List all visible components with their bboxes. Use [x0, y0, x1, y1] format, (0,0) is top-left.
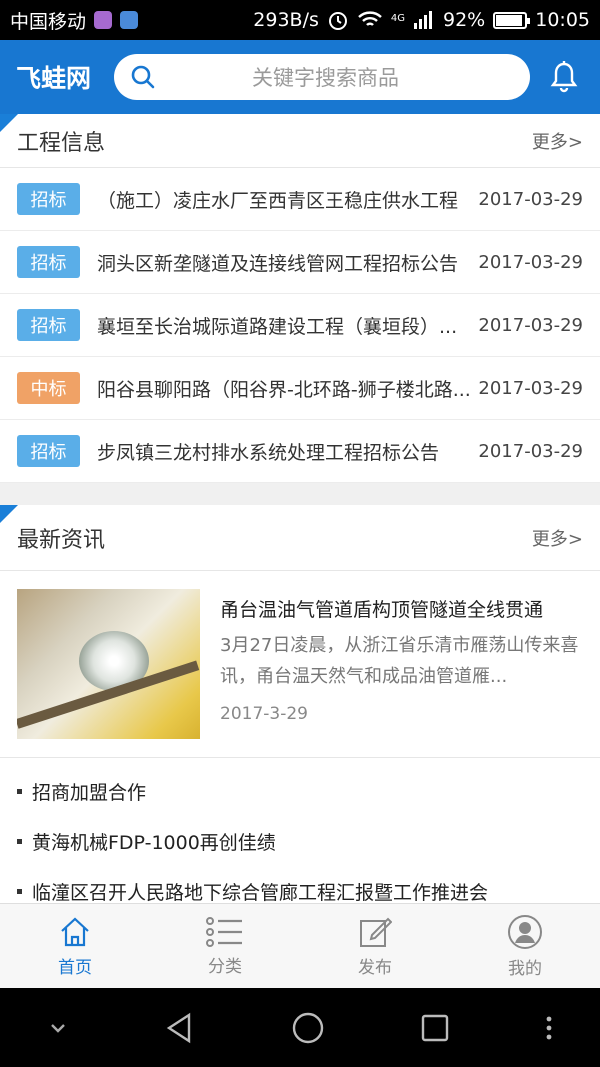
news-date: 2017-3-29 [220, 704, 308, 724]
bullet-dot [17, 838, 22, 844]
news-list: 招商加盟合作黄海机械FDP-1000再创佳绩临潼区召开人民路地下综合管廊工程汇报… [0, 758, 600, 903]
user-icon [508, 914, 542, 949]
project-row[interactable]: 招标 洞头区新垄隧道及连接线管网工程招标公告 2017-03-29 [0, 231, 600, 294]
tab-label: 发布 [358, 957, 392, 978]
bottom-tab-bar: 首页 分类 发布 我的 [0, 903, 600, 988]
status-bar: 中国移动 293B/s 4G 92% 10:05 [0, 0, 600, 40]
project-tag: 招标 [17, 246, 80, 278]
featured-news-card[interactable]: 甬台温油气管道盾构顶管隧道全线贯通 3月27日凌晨，从浙江省乐清市雁荡山传来喜讯… [0, 571, 600, 758]
news-list-title: 黄海机械FDP-1000再创佳绩 [32, 831, 276, 854]
latest-news-header: 最新资讯 更多> [0, 505, 600, 571]
news-list-item[interactable]: 临潼区召开人民路地下综合管廊工程汇报暨工作推进会 [17, 866, 583, 903]
latest-news-section: 最新资讯 更多> 甬台温油气管道盾构顶管隧道全线贯通 3月27日凌晨，从浙江省乐… [0, 505, 600, 903]
search-input[interactable]: 关键字搜索商品 [114, 54, 530, 100]
section-corner-marker [0, 114, 18, 132]
clock: 10:05 [535, 9, 590, 31]
project-date: 2017-03-29 [478, 188, 583, 210]
news-thumbnail [17, 589, 200, 739]
news-list-item[interactable]: 黄海机械FDP-1000再创佳绩 [17, 816, 583, 866]
section-corner-marker [0, 505, 18, 523]
project-title: 襄垣至长治城际道路建设工程（襄垣段）... [97, 315, 458, 338]
project-row[interactable]: 招标 襄垣至长治城际道路建设工程（襄垣段）... 2017-03-29 [0, 294, 600, 357]
back-icon[interactable] [163, 1011, 197, 1045]
recent-apps-icon[interactable] [419, 1012, 451, 1044]
project-tag: 招标 [17, 183, 80, 215]
tab-category[interactable]: 分类 [150, 904, 300, 988]
tab-label: 分类 [208, 956, 242, 977]
project-title: （施工）凌庄水厂至西青区王稳庄供水工程 [97, 189, 459, 212]
bell-icon [550, 61, 578, 93]
more-options-icon[interactable] [544, 1014, 554, 1042]
app-header: 飞蛙网 关键字搜索商品 [0, 40, 600, 114]
news-description: 3月27日凌晨，从浙江省乐清市雁荡山传来喜讯，甬台温天然气和成品油管道雁... [220, 635, 579, 687]
project-date: 2017-03-29 [478, 314, 583, 336]
signal-icon [414, 11, 432, 29]
wifi-notification-icon [120, 11, 139, 29]
section-title: 最新资讯 [17, 527, 106, 553]
battery-icon [493, 11, 531, 29]
project-title: 步凤镇三龙村排水系统处理工程招标公告 [97, 441, 440, 464]
system-nav-bar [0, 988, 600, 1067]
more-link[interactable]: 更多> [532, 128, 583, 154]
project-row[interactable]: 招标 （施工）凌庄水厂至西青区王稳庄供水工程 2017-03-29 [0, 168, 600, 231]
project-date: 2017-03-29 [478, 440, 583, 462]
tab-publish[interactable]: 发布 [300, 904, 450, 988]
tab-home[interactable]: 首页 [0, 904, 150, 988]
bullet-dot [17, 888, 22, 894]
project-date: 2017-03-29 [478, 251, 583, 273]
home-icon [61, 917, 89, 946]
app-notification-icon [94, 11, 113, 29]
wifi-icon [358, 11, 382, 26]
tab-label: 我的 [508, 958, 542, 979]
project-date: 2017-03-29 [478, 377, 583, 399]
project-tag: 中标 [17, 372, 80, 404]
project-title: 洞头区新垄隧道及连接线管网工程招标公告 [97, 252, 459, 275]
news-list-title: 临潼区召开人民路地下综合管廊工程汇报暨工作推进会 [32, 881, 489, 904]
tab-label: 首页 [58, 957, 92, 978]
news-list-item[interactable]: 招商加盟合作 [17, 766, 583, 816]
project-info-section: 工程信息 更多> 招标 （施工）凌庄水厂至西青区王稳庄供水工程 2017-03-29… [0, 114, 600, 483]
project-row[interactable]: 中标 阳谷县聊阳路（阳谷界-北环路-狮子楼北路... 2017-03-29 [0, 357, 600, 420]
project-title: 阳谷县聊阳路（阳谷界-北环路-狮子楼北路... [97, 378, 471, 401]
project-tag: 招标 [17, 435, 80, 467]
network-speed: 293B/s [253, 9, 319, 31]
search-placeholder: 关键字搜索商品 [252, 66, 399, 90]
news-list-title: 招商加盟合作 [32, 781, 147, 804]
notification-button[interactable] [544, 57, 584, 97]
tab-mine[interactable]: 我的 [450, 904, 600, 988]
home-circle-icon[interactable] [290, 1010, 326, 1046]
chevron-down-icon[interactable] [46, 1016, 70, 1040]
section-title: 工程信息 [17, 130, 106, 156]
alarm-icon [328, 12, 347, 30]
more-link[interactable]: 更多> [532, 525, 583, 551]
carrier-name: 中国移动 [10, 10, 87, 33]
list-icon [206, 916, 242, 947]
news-title: 甬台温油气管道盾构顶管隧道全线贯通 [220, 599, 544, 621]
project-row[interactable]: 招标 步凤镇三龙村排水系统处理工程招标公告 2017-03-29 [0, 420, 600, 483]
network-type: 4G [390, 13, 405, 24]
project-info-header: 工程信息 更多> [0, 114, 600, 168]
edit-icon [360, 917, 392, 947]
search-icon [131, 65, 155, 89]
battery-percent: 92% [443, 9, 486, 31]
project-tag: 招标 [17, 309, 80, 341]
app-logo: 飞蛙网 [16, 64, 92, 93]
bullet-dot [17, 788, 22, 794]
